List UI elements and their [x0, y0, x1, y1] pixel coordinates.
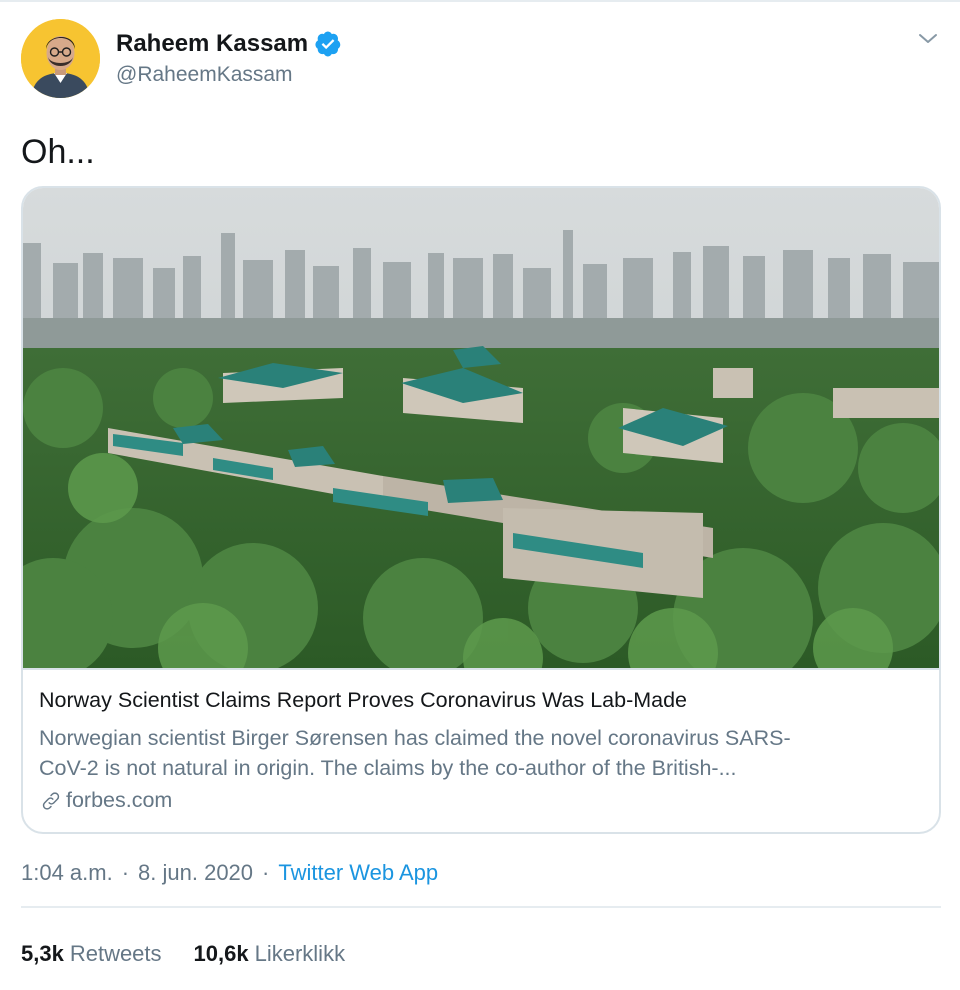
- top-divider: [0, 0, 960, 2]
- tweet-date[interactable]: 8. jun. 2020: [138, 860, 253, 886]
- tweet-time[interactable]: 1:04 a.m.: [21, 860, 113, 886]
- chevron-down-icon[interactable]: [917, 30, 939, 48]
- author-handle[interactable]: @RaheemKassam: [116, 63, 293, 87]
- retweets-count: 5,3k: [21, 941, 64, 966]
- tweet-meta: 1:04 a.m. · 8. jun. 2020 · Twitter Web A…: [21, 860, 438, 886]
- card-description-line-1: Norwegian scientist Birger Sørensen has …: [39, 726, 791, 750]
- avatar-portrait: [21, 19, 100, 98]
- card-title[interactable]: Norway Scientist Claims Report Proves Co…: [39, 688, 687, 713]
- card-domain[interactable]: forbes.com: [39, 788, 172, 813]
- card-image[interactable]: [23, 188, 939, 668]
- tweet-text: Oh...: [21, 133, 95, 171]
- retweets-stat[interactable]: 5,3k Retweets: [21, 941, 162, 967]
- likes-label: Likerklikk: [254, 941, 346, 966]
- author-display-name[interactable]: Raheem Kassam: [116, 30, 308, 58]
- likes-count: 10,6k: [193, 941, 249, 966]
- card-description: Norwegian scientist Birger Sørensen has …: [39, 723, 919, 783]
- likes-stat[interactable]: 10,6k Likerklikk: [194, 941, 346, 967]
- stats-divider: [21, 906, 941, 908]
- link-icon: [42, 791, 60, 810]
- meta-separator: ·: [121, 860, 130, 885]
- link-card[interactable]: Norway Scientist Claims Report Proves Co…: [21, 186, 941, 834]
- retweets-label: Retweets: [69, 941, 162, 966]
- avatar[interactable]: [21, 19, 100, 98]
- tweet-stats: 5,3k Retweets 10,6k Likerklikk: [21, 941, 345, 967]
- tweet-source-link[interactable]: Twitter Web App: [278, 860, 438, 886]
- verified-badge-icon: [315, 31, 341, 57]
- author-name-row[interactable]: Raheem Kassam: [116, 30, 342, 58]
- card-body[interactable]: Norway Scientist Claims Report Proves Co…: [23, 668, 939, 832]
- meta-separator: ·: [262, 860, 270, 885]
- tweet: Raheem Kassam @RaheemKassam Oh... Norway…: [0, 0, 960, 990]
- card-description-line-2: CoV-2 is not natural in origin. The clai…: [39, 756, 737, 780]
- card-domain-text[interactable]: forbes.com: [66, 788, 172, 813]
